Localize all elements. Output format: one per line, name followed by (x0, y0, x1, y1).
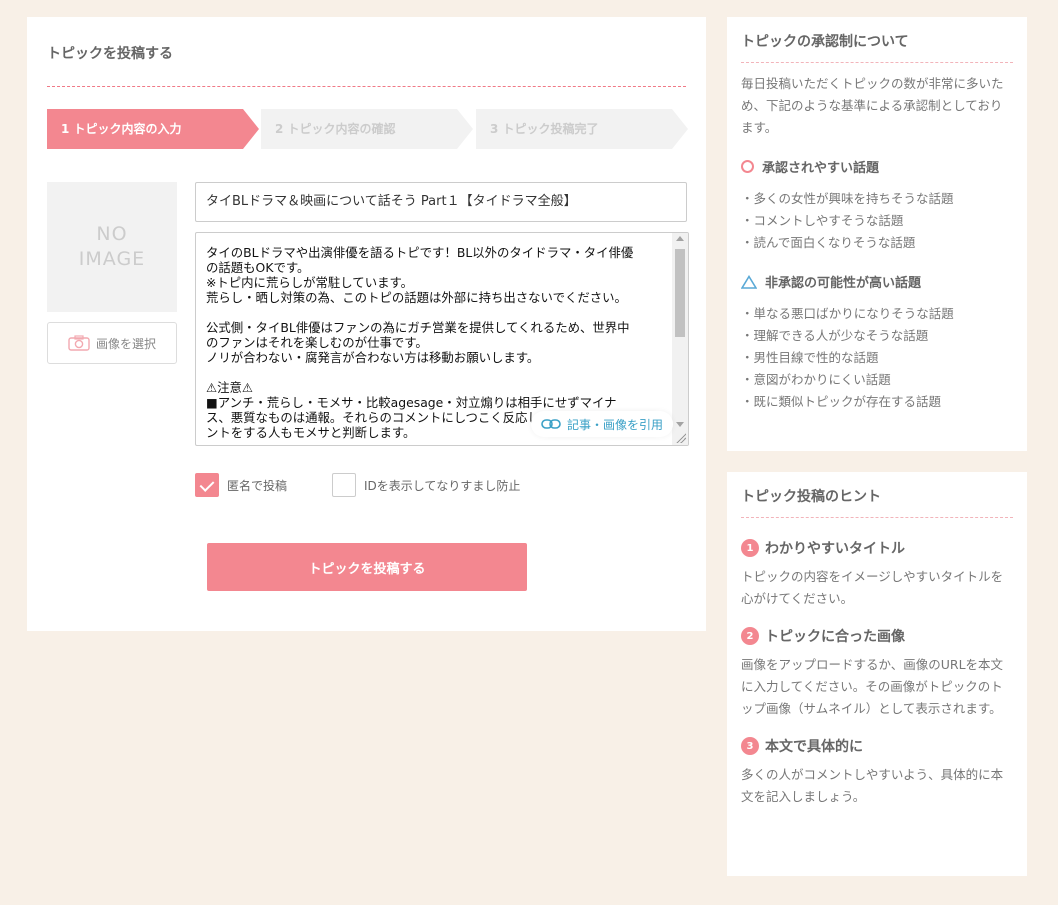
topic-title-input[interactable]: タイBLドラマ＆映画について話そう Part１【タイドラマ全般】 (195, 182, 687, 222)
hint-heading: 1 わかりやすいタイトル (741, 538, 1013, 558)
scroll-up-arrow-icon[interactable] (676, 236, 684, 241)
approved-list: ・多くの女性が興味を持ちそうな話題 ・コメントしやすそうな話題 ・読んで面白くな… (741, 188, 1013, 254)
anonymous-option[interactable]: 匿名で投稿 (195, 473, 287, 497)
topic-body-textarea[interactable]: タイのBLドラマや出演俳優を語るトピです！BL以外のタイドラマ・タイ俳優 の話題… (195, 232, 689, 446)
number-badge-2: 2 (741, 627, 759, 645)
scroll-down-arrow-icon[interactable] (676, 422, 684, 427)
list-item: ・読んで面白くなりそうな話題 (741, 235, 916, 250)
camera-icon (68, 335, 90, 351)
resize-grip-icon[interactable] (676, 433, 686, 443)
step-input: 1 トピック内容の入力 (47, 109, 259, 149)
post-topic-panel: トピックを投稿する 1 トピック内容の入力 2 トピック内容の確認 3 トピック… (27, 17, 706, 631)
hint-heading-text: 本文で具体的に (765, 739, 863, 755)
select-image-button[interactable]: 画像を選択 (47, 322, 177, 364)
list-item: ・理解できる人が少なそうな話題 (741, 328, 929, 343)
list-item: ・男性目線で性的な話題 (741, 350, 879, 365)
hint-2: 2 トピックに合った画像 画像をアップロードするか、画像のURLを本文に入力して… (741, 626, 1013, 720)
approval-title: トピックの承認制について (741, 31, 1013, 63)
hints-title: トピック投稿のヒント (741, 486, 1013, 518)
number-badge-3: 3 (741, 737, 759, 755)
step-confirm: 2 トピック内容の確認 (261, 109, 473, 149)
hint-text: 画像をアップロードするか、画像のURLを本文に入力してください。その画像がトピッ… (741, 657, 1004, 716)
thumbnail-placeholder: NO IMAGE (47, 182, 177, 312)
select-image-label: 画像を選択 (95, 336, 156, 351)
cite-article-image-link[interactable]: 記事・画像を引用 (531, 411, 674, 437)
list-item: ・コメントしやすそうな話題 (741, 213, 904, 228)
list-item: ・多くの女性が興味を持ちそうな話題 (741, 191, 954, 206)
hint-3: 3 本文で具体的に 多くの人がコメントしやすいよう、具体的に本文を記入しましょう… (741, 736, 1013, 808)
rejected-heading: 非承認の可能性が高い話題 (741, 272, 1013, 291)
approved-heading: 承認されやすい話題 (741, 157, 1013, 176)
hint-heading: 3 本文で具体的に (741, 736, 1013, 756)
rejected-heading-text: 非承認の可能性が高い話題 (765, 276, 922, 291)
textarea-scrollbar[interactable] (672, 233, 688, 445)
progress-steps: 1 トピック内容の入力 2 トピック内容の確認 3 トピック投稿完了 (47, 109, 688, 149)
page-title: トピックを投稿する (47, 46, 173, 62)
show-id-checkbox[interactable] (332, 473, 356, 497)
hint-heading-text: わかりやすいタイトル (765, 541, 905, 557)
no-image-text-2: IMAGE (78, 248, 146, 270)
circle-icon (741, 160, 754, 173)
title-divider (47, 86, 686, 87)
submit-topic-button[interactable]: トピックを投稿する (207, 543, 527, 591)
hint-heading-text: トピックに合った画像 (765, 629, 905, 645)
scroll-thumb[interactable] (675, 249, 685, 337)
anonymous-label: 匿名で投稿 (227, 478, 288, 493)
hint-text: 多くの人がコメントしやすいよう、具体的に本文を記入しましょう。 (741, 767, 1004, 804)
hint-text: トピックの内容をイメージしやすいタイトルを心がけてください。 (741, 569, 1004, 606)
post-hints-box: トピック投稿のヒント 1 わかりやすいタイトル トピックの内容をイメージしやすい… (727, 472, 1027, 876)
rejected-list: ・単なる悪口ばかりになりそうな話題 ・理解できる人が少なそうな話題 ・男性目線で… (741, 303, 1013, 413)
approval-intro: 毎日投稿いただくトピックの数が非常に多いため、下記のような基準による承認制として… (741, 76, 1004, 135)
cite-link-label: 記事・画像を引用 (567, 417, 664, 432)
no-image-text-1: NO (96, 223, 128, 245)
triangle-icon (741, 274, 757, 289)
anonymous-checkbox[interactable] (195, 473, 219, 497)
list-item: ・既に類似トピックが存在する話題 (741, 394, 942, 409)
list-item: ・単なる悪口ばかりになりそうな話題 (741, 306, 954, 321)
approved-heading-text: 承認されやすい話題 (762, 161, 880, 176)
show-id-label: IDを表示してなりすまし防止 (364, 478, 521, 493)
hint-1: 1 わかりやすいタイトル トピックの内容をイメージしやすいタイトルを心がけてくだ… (741, 538, 1013, 610)
link-icon (541, 419, 561, 429)
list-item: ・意図がわかりにくい話題 (741, 372, 891, 387)
hint-heading: 2 トピックに合った画像 (741, 626, 1013, 646)
number-badge-1: 1 (741, 539, 759, 557)
approval-info-box: トピックの承認制について 毎日投稿いただくトピックの数が非常に多いため、下記のよ… (727, 17, 1027, 451)
show-id-option[interactable]: IDを表示してなりすまし防止 (332, 473, 520, 497)
step-complete: 3 トピック投稿完了 (476, 109, 688, 149)
